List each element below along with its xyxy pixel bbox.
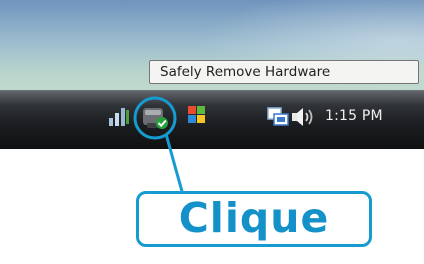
taskbar-clock[interactable]: 1:15 PM [325, 108, 383, 124]
safely-remove-hardware-icon[interactable] [139, 103, 171, 133]
safely-remove-hardware-tooltip: Safely Remove Hardware [149, 60, 419, 84]
display-icon[interactable] [266, 105, 290, 129]
speaker-icon[interactable] [290, 105, 316, 129]
flag-icon[interactable] [186, 104, 208, 128]
desktop-background [0, 0, 424, 100]
clique-callout-label: Clique [136, 191, 372, 247]
network-icon[interactable] [106, 104, 132, 130]
screenshot-scene: Safely Remove Hardware 1:15 PM Clique [0, 0, 424, 264]
